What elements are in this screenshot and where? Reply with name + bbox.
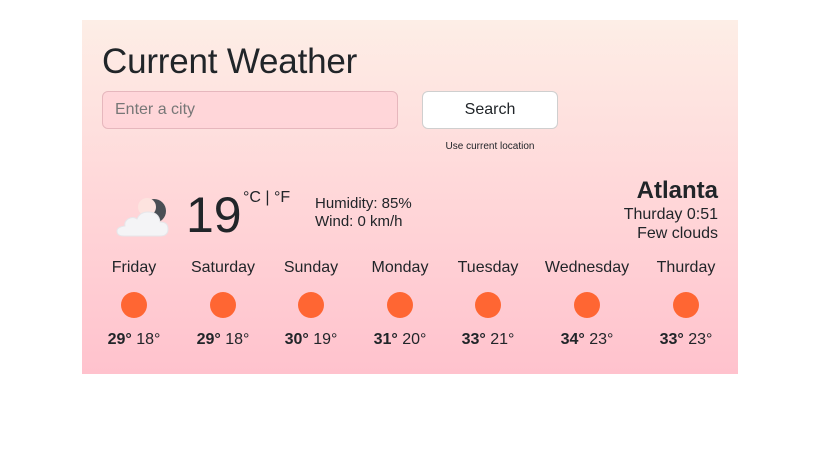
forecast-day-name: Tuesday [457,259,519,276]
forecast-max-temp: 29° [107,331,132,348]
unit-separator: | [260,189,274,206]
forecast-min-temp: 19° [313,331,338,348]
forecast-min-temp: 18° [136,331,161,348]
sun-icon [574,292,600,318]
forecast-day-name: Monday [371,259,429,276]
forecast-temps: 31° 20° [350,330,450,350]
forecast-day: Wednesday 34° 23° [537,258,637,350]
sun-icon [210,292,236,318]
city-search-input[interactable] [102,91,398,129]
sun-icon [121,292,147,318]
forecast-min-temp: 23° [688,331,713,348]
forecast-max-temp: 33° [659,331,684,348]
forecast-min-temp: 20° [402,331,427,348]
forecast-day-name: Friday [111,259,157,276]
forecast-day-name: Thurday [656,259,716,276]
weather-details: Humidity: 85% Wind: 0 km/h [315,195,412,231]
sun-icon [475,292,501,318]
use-current-location-link[interactable]: Use current location [422,141,558,152]
date-time: Thurday 0:51 [623,206,718,223]
forecast-temps: 34° 23° [537,330,637,350]
forecast-temps: 33° 23° [636,330,736,350]
sun-icon [387,292,413,318]
forecast-day: Sunday 30° 19° [261,258,361,350]
forecast-min-temp: 23° [589,331,614,348]
forecast-max-temp: 33° [461,331,486,348]
weather-description: Few clouds [637,225,718,242]
forecast-day-name: Saturday [190,259,256,276]
cloud-moon-icon [116,198,169,237]
forecast-day: Monday 31° 20° [350,258,450,350]
unit-toggle: °C | °F [243,188,290,208]
page-title: Current Weather [102,42,358,81]
forecast-min-temp: 21° [490,331,515,348]
forecast-day-name: Sunday [283,259,339,276]
forecast-temps: 29° 18° [173,330,273,350]
forecast-day: Friday 29° 18° [84,258,184,350]
forecast-min-temp: 18° [225,331,250,348]
forecast-max-temp: 34° [560,331,585,348]
forecast-row: Friday 29° 18° Saturday 29° 18° Sunday 3… [82,258,738,358]
forecast-temps: 29° 18° [84,330,184,350]
current-temperature: 19 [186,187,242,243]
forecast-max-temp: 31° [373,331,398,348]
forecast-day: Tuesday 33° 21° [438,258,538,350]
celsius-link[interactable]: °C [243,189,261,206]
forecast-max-temp: 29° [196,331,221,348]
forecast-temps: 33° 21° [438,330,538,350]
forecast-day-name: Wednesday [544,259,630,276]
fahrenheit-link[interactable]: °F [274,189,290,206]
city-name: Atlanta [636,177,718,204]
wind-text: Wind: 0 km/h [315,213,403,230]
forecast-day: Thurday 33° 23° [636,258,736,350]
forecast-day: Saturday 29° 18° [173,258,273,350]
forecast-max-temp: 30° [284,331,309,348]
search-button[interactable]: Search [422,91,558,129]
sun-icon [298,292,324,318]
weather-card: Current Weather Search Use current locat… [82,20,738,374]
humidity-text: Humidity: 85% [315,195,412,212]
location-block: Atlanta Thurday 0:51 Few clouds [624,177,718,243]
sun-icon [673,292,699,318]
forecast-temps: 30° 19° [261,330,361,350]
